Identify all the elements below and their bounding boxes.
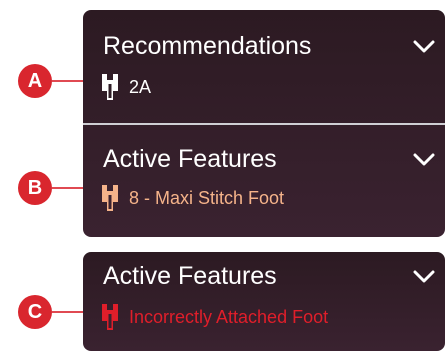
presser-foot-icon — [102, 304, 118, 330]
section-divider — [83, 123, 445, 125]
active-features-section[interactable]: Active Features 8 - Maxi Stitch Foot — [83, 143, 445, 233]
callout-a-leader — [52, 80, 83, 82]
recommendations-section[interactable]: Recommendations 2A — [83, 30, 445, 120]
presser-foot-icon — [102, 185, 118, 211]
info-panel: Recommendations 2A Active Features 8 - M… — [83, 10, 445, 237]
error-foot-value: Incorrectly Attached Foot — [129, 307, 329, 327]
active-features-error-section[interactable]: Active Features Incorrectly Attached Foo… — [83, 260, 445, 348]
chevron-down-icon[interactable] — [413, 153, 435, 167]
callout-b-leader — [52, 187, 83, 189]
active-foot-row: 8 - Maxi Stitch Foot — [101, 183, 284, 213]
error-panel: Active Features Incorrectly Attached Foo… — [83, 252, 445, 351]
presser-foot-icon — [102, 74, 118, 100]
callout-a-letter: A — [27, 69, 43, 92]
recommended-foot-row: 2A — [101, 72, 151, 102]
recommended-foot-value: 2A — [129, 77, 152, 97]
chevron-down-icon[interactable] — [413, 40, 435, 54]
callout-b: B — [18, 171, 52, 205]
callout-b-letter: B — [27, 176, 43, 199]
callout-a: A — [18, 64, 52, 98]
callout-c: C — [18, 295, 52, 329]
section-title: Active Features — [103, 262, 277, 290]
section-title: Recommendations — [103, 32, 312, 60]
callout-c-letter: C — [27, 300, 43, 323]
error-foot-row: Incorrectly Attached Foot — [101, 302, 328, 332]
chevron-down-icon[interactable] — [413, 270, 435, 284]
active-foot-value: 8 - Maxi Stitch Foot — [129, 188, 285, 208]
section-title: Active Features — [103, 145, 277, 173]
callout-c-leader — [52, 311, 83, 313]
